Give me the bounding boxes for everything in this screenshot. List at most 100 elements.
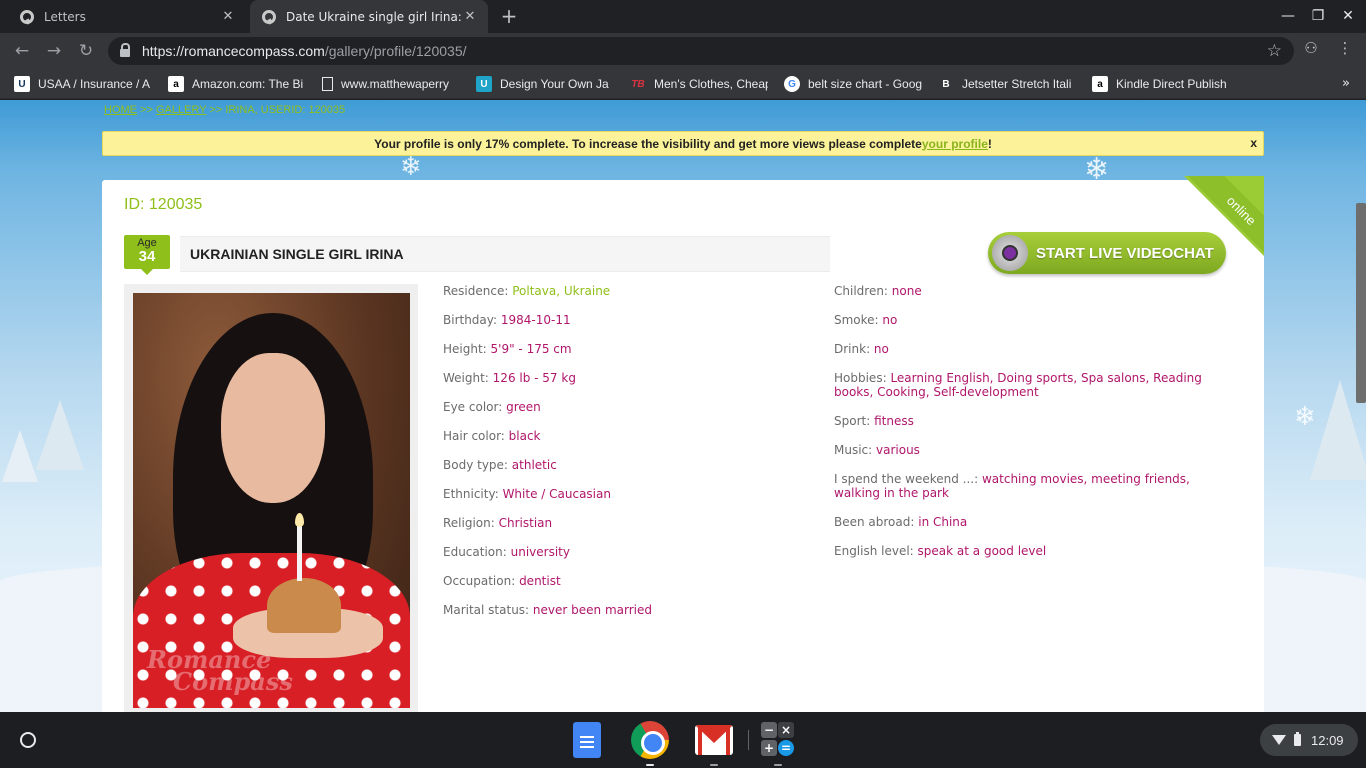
menu-kebab-icon[interactable]: ⋮ [1334, 39, 1356, 57]
restore-icon[interactable]: ❐ [1303, 0, 1333, 33]
detail-marital-status: Marital status: never been married [443, 603, 823, 617]
detail-ethnicity: Ethnicity: White / Caucasian [443, 487, 823, 501]
bookmark-mens-clothes[interactable]: TB Men's Clothes, Cheap [630, 69, 768, 99]
detail-religion: Religion: Christian [443, 516, 823, 530]
detail-value: in China [918, 515, 968, 529]
gmail-app[interactable] [694, 720, 734, 766]
detail-key: Hair color: [443, 429, 509, 443]
snowy-tree [36, 400, 84, 470]
detail-key: Drink: [834, 342, 874, 356]
bookmarks-bar: U USAA / Insurance / A a Amazon.com: The… [0, 69, 1366, 99]
detail-been-abroad: Been abroad: in China [834, 515, 1224, 529]
detail-value: never been married [532, 603, 652, 617]
breadcrumb-separator: >> [209, 104, 223, 116]
bookmark-label: Kindle Direct Publish [1116, 77, 1227, 91]
detail-weekend: I spend the weekend ...: watching movies… [834, 472, 1224, 500]
tab-letters[interactable]: Letters ✕ [8, 0, 246, 33]
detail-key: Hobbies: [834, 371, 891, 385]
detail-key: Eye color: [443, 400, 507, 414]
detail-value: speak at a good level [917, 544, 1047, 558]
bookmark-label: Men's Clothes, Cheap [654, 77, 768, 91]
page-scrollbar[interactable] [1356, 203, 1366, 403]
amazon-icon: a [1092, 76, 1108, 92]
detail-key: Body type: [443, 458, 512, 472]
detail-key: Marital status: [443, 603, 533, 617]
detail-key: Sport: [834, 414, 875, 428]
age-label: Age [137, 237, 157, 249]
notice-text: Your profile is only 17% complete. To in… [374, 136, 922, 151]
bookmark-label: www.matthewaperry [341, 77, 450, 91]
extension-icon[interactable]: ⚇ [1300, 39, 1322, 57]
wifi-icon [1272, 735, 1286, 745]
photo-candle [297, 525, 302, 581]
browser-toolbar: ← → ↻ https://romancecompass.com/gallery… [0, 33, 1366, 69]
profile-details-right: Children: none Smoke: no Drink: no Hobbi… [834, 284, 1224, 573]
breadcrumb-separator: >> [140, 104, 153, 116]
back-icon[interactable]: ← [10, 39, 34, 63]
profile-photo[interactable]: Romance Compass [133, 293, 410, 708]
detail-value: fitness [874, 414, 914, 428]
photo-watermark: Romance Compass [147, 648, 293, 696]
new-tab-icon[interactable]: + [498, 5, 520, 27]
your-profile-link[interactable]: your profile [922, 137, 988, 151]
close-tab-icon[interactable]: ✕ [462, 9, 478, 24]
tab-profile[interactable]: Date Ukraine single girl Irina: gre ✕ [250, 0, 488, 33]
detail-occupation: Occupation: dentist [443, 574, 823, 588]
webcam-icon [992, 235, 1028, 271]
bookmark-belt-size[interactable]: G belt size chart - Goog [784, 69, 922, 99]
address-bar[interactable]: https://romancecompass.com/gallery/profi… [108, 37, 1294, 65]
tab-title: Letters [44, 9, 86, 24]
detail-value: Christian [498, 516, 553, 530]
profile-name-bar: UKRAINIAN SINGLE GIRL IRINA [180, 236, 830, 272]
detail-height: Height: 5'9" - 175 cm [443, 342, 823, 356]
start-live-videochat-button[interactable]: START LIVE VIDEOCHAT [988, 232, 1226, 274]
detail-key: Ethnicity: [443, 487, 503, 501]
running-indicator [646, 764, 654, 766]
bookmark-label: Design Your Own Ja [500, 77, 609, 91]
bookmark-kindle[interactable]: a Kindle Direct Publish [1092, 69, 1230, 99]
status-tray[interactable]: 12:09 [1260, 724, 1358, 756]
detail-key: I spend the weekend ...: [834, 472, 982, 486]
launcher-icon[interactable] [20, 732, 36, 748]
minimize-icon[interactable]: — [1273, 0, 1303, 33]
google-icon: G [784, 76, 800, 92]
snowflake-icon: ❄ [400, 152, 422, 182]
bookmark-amazon[interactable]: a Amazon.com: The Bi [168, 69, 304, 99]
bookmarks-overflow-icon[interactable]: » [1342, 76, 1350, 91]
detail-key: Weight: [443, 371, 493, 385]
detail-key: Height: [443, 342, 491, 356]
bookmark-usaa[interactable]: U USAA / Insurance / A [14, 69, 152, 99]
chrome-app[interactable] [630, 720, 670, 766]
tab-title: Date Ukraine single girl Irina: gre [286, 9, 462, 24]
snowy-tree [2, 430, 38, 482]
photo-face [221, 353, 325, 503]
photo-candle-flame [295, 513, 304, 527]
calculator-app[interactable]: − × + = [758, 720, 798, 766]
tab-strip: Letters ✕ Date Ukraine single girl Irina… [0, 0, 1366, 33]
detail-drink: Drink: no [834, 342, 1224, 356]
notice-close-button[interactable]: x [1250, 136, 1257, 150]
web-page: ❄ ❄ ❄ ❄ HOME >> GALLERY >> IRINA, USERID… [0, 100, 1366, 712]
detail-music: Music: various [834, 443, 1224, 457]
forward-icon[interactable]: → [42, 39, 66, 63]
breadcrumb-home-link[interactable]: HOME [104, 104, 137, 116]
google-docs-app[interactable] [567, 720, 607, 760]
detail-key: Been abroad: [834, 515, 919, 529]
lock-icon [120, 43, 130, 57]
detail-value: various [876, 443, 920, 457]
detail-value: university [510, 545, 570, 559]
reload-icon[interactable]: ↻ [74, 39, 98, 63]
bookmark-star-icon[interactable]: ☆ [1267, 41, 1282, 61]
detail-value: 5'9" - 175 cm [490, 342, 572, 356]
bookmark-matthewaperry[interactable]: www.matthewaperry [322, 69, 460, 99]
page-icon [322, 77, 333, 91]
breadcrumb: HOME >> GALLERY >> IRINA, USERID: 120035 [104, 104, 345, 116]
watermark-line-2: Compass [173, 667, 293, 696]
detail-education: Education: university [443, 545, 823, 559]
close-tab-icon[interactable]: ✕ [220, 9, 236, 24]
design-icon: U [476, 76, 492, 92]
bookmark-design[interactable]: U Design Your Own Ja [476, 69, 614, 99]
close-window-icon[interactable]: ✕ [1333, 0, 1363, 33]
bookmark-jetsetter[interactable]: B Jetsetter Stretch Itali [938, 69, 1074, 99]
breadcrumb-gallery-link[interactable]: GALLERY [156, 104, 206, 116]
